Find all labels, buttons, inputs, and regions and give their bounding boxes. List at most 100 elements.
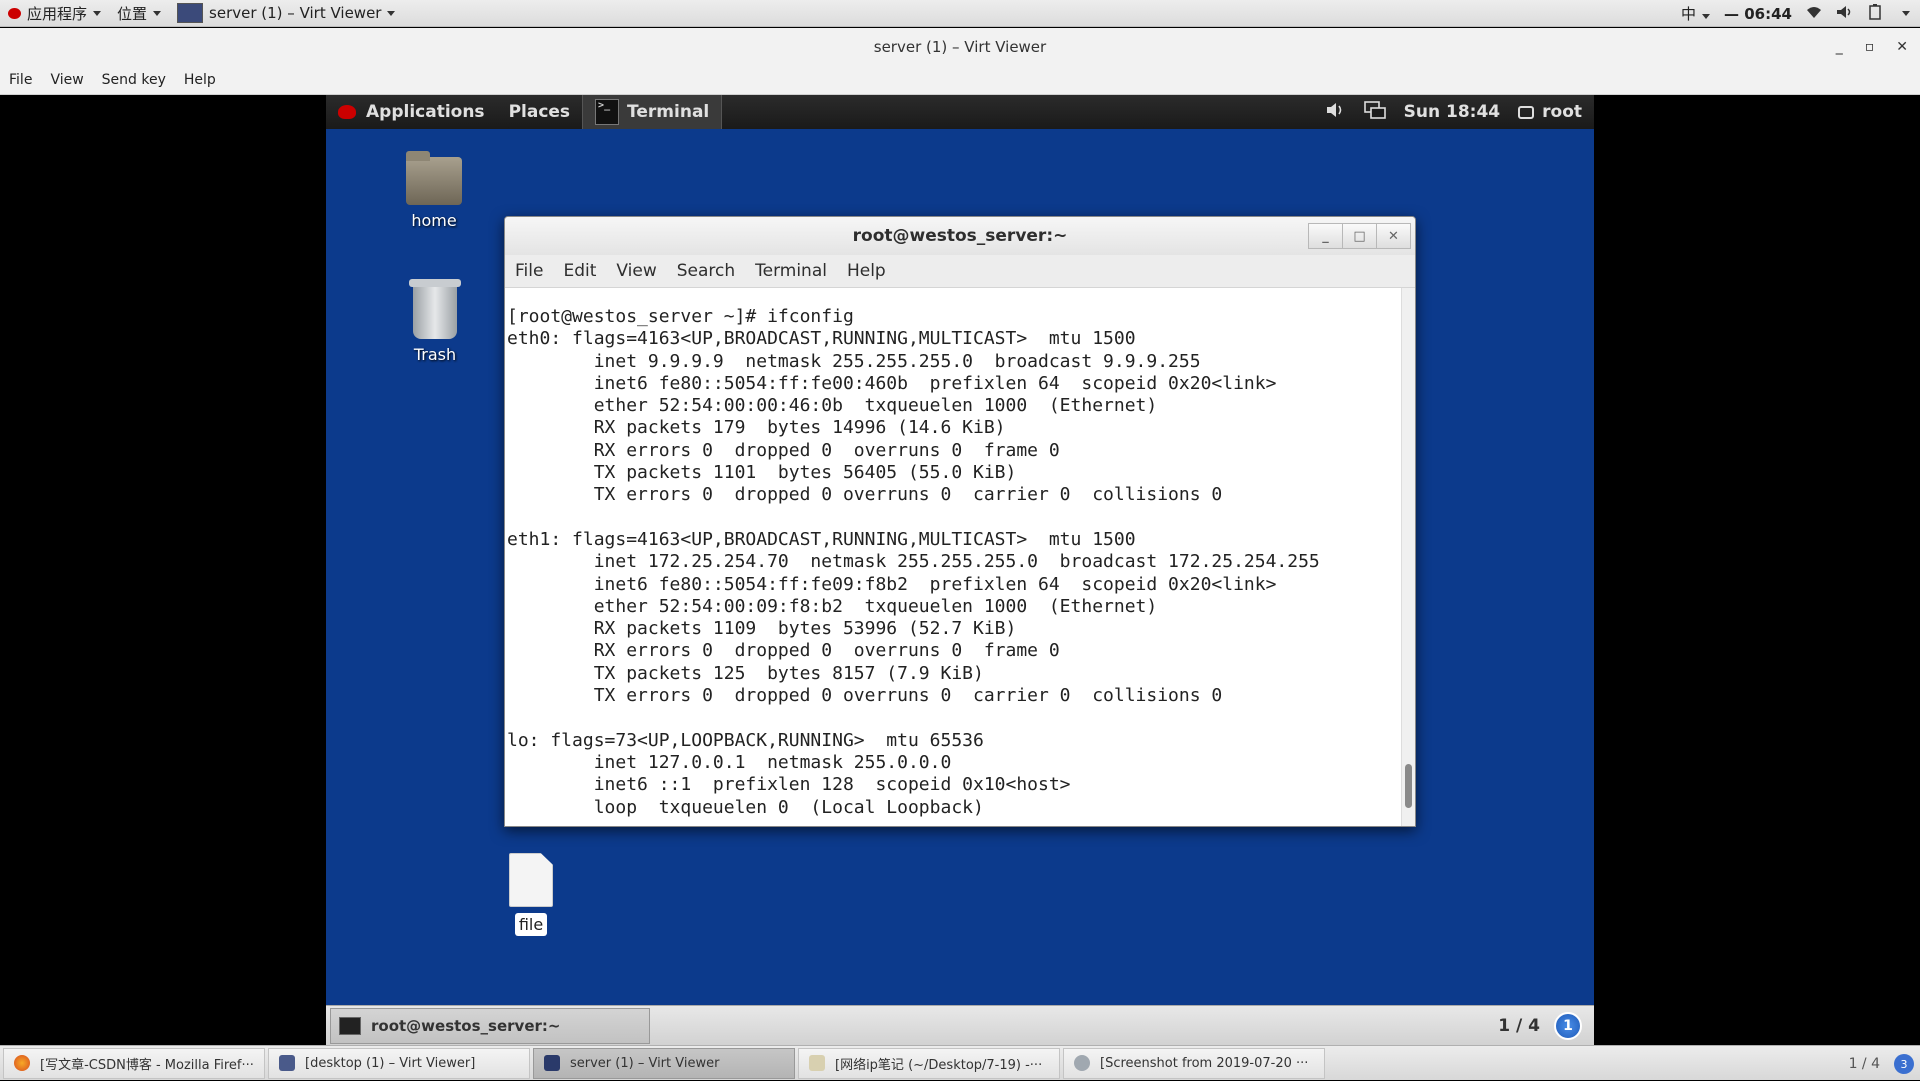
- minimize-button[interactable]: _: [1836, 39, 1843, 55]
- redhat-logo-icon: [8, 7, 21, 19]
- terminal-line: [root@westos_server ~]# ifconfig: [507, 306, 854, 327]
- chevron-down-icon: [387, 10, 396, 16]
- terminal-scrollbar[interactable]: [1401, 288, 1415, 826]
- viewer-menu-help[interactable]: Help: [175, 72, 225, 88]
- terminal-line: RX packets 179 bytes 14996 (14.6 KiB): [507, 417, 1006, 439]
- notification-badge[interactable]: 1: [1554, 1012, 1582, 1040]
- terminal-line: TX packets 125 bytes 8157 (7.9 KiB): [507, 662, 984, 684]
- terminal-line: eth1: flags=4163<UP,BROADCAST,RUNNING,MU…: [507, 528, 1136, 550]
- terminal-menu-terminal[interactable]: Terminal: [745, 261, 837, 281]
- host-window-menu[interactable]: server (1) – Virt Viewer: [169, 0, 403, 27]
- terminal-menu-file[interactable]: File: [505, 261, 553, 281]
- firefox-icon: [14, 1055, 30, 1071]
- monitor-icon: [544, 1055, 560, 1071]
- terminal-line: RX packets 1109 bytes 53996 (52.7 KiB): [507, 618, 1017, 640]
- monitor-icon: [177, 3, 204, 23]
- host-applications-menu[interactable]: 应用程序: [0, 0, 109, 27]
- wifi-icon[interactable]: [1806, 5, 1822, 23]
- desktop-icon-file[interactable]: file: [486, 853, 576, 936]
- terminal-line: RX errors 0 dropped 0 overruns 0 frame 0: [507, 439, 1060, 461]
- host-task-screenshot[interactable]: [Screenshot from 2019-07-20 ···: [1063, 1047, 1325, 1079]
- host-places-menu[interactable]: 位置: [109, 0, 169, 27]
- guest-bottom-panel: root@westos_server:~ 1 / 4 1: [326, 1005, 1594, 1045]
- terminal-line: lo: flags=73<UP,LOOPBACK,RUNNING> mtu 65…: [507, 729, 984, 751]
- terminal-line: inet 9.9.9.9 netmask 255.255.255.0 broad…: [507, 350, 1201, 372]
- document-icon: [509, 853, 553, 907]
- guest-taskbar-terminal[interactable]: root@westos_server:~: [330, 1007, 650, 1044]
- host-notification-badge[interactable]: 3: [1894, 1054, 1914, 1074]
- guest-places-menu[interactable]: Places: [497, 95, 582, 129]
- terminal-line: RX errors 0 dropped 0 overruns 0 frame 0: [507, 640, 1060, 662]
- scrollbar-thumb[interactable]: [1405, 764, 1412, 808]
- system-menu-chevron-icon[interactable]: [1902, 11, 1910, 16]
- terminal-maximize-button[interactable]: □: [1342, 223, 1377, 249]
- guest-applications-menu[interactable]: Applications: [326, 95, 497, 129]
- terminal-minimize-button[interactable]: _: [1308, 223, 1343, 249]
- host-task-gedit[interactable]: [网络ip笔记 (~/Desktop/7-19) -···: [798, 1047, 1060, 1079]
- input-method-indicator[interactable]: 中: [1681, 3, 1711, 24]
- host-task-desktop-viewer[interactable]: [desktop (1) – Virt Viewer]: [268, 1047, 530, 1079]
- guest-clock[interactable]: Sun 18:44: [1404, 102, 1500, 122]
- host-task-firefox[interactable]: [写文章-CSDN博客 - Mozilla Firef···: [3, 1047, 265, 1079]
- network-icon[interactable]: [1363, 100, 1386, 124]
- host-task-server-viewer[interactable]: server (1) – Virt Viewer: [533, 1047, 795, 1079]
- host-taskbar: [写文章-CSDN博客 - Mozilla Firef··· [desktop …: [0, 1045, 1920, 1080]
- host-clock[interactable]: — 06:44: [1724, 5, 1792, 23]
- terminal-title: root@westos_server:~: [852, 226, 1068, 246]
- terminal-line: ether 52:54:00:09:f8:b2 txqueuelen 1000 …: [507, 595, 1158, 617]
- viewer-titlebar: server (1) – Virt Viewer _ ▫ ✕: [0, 28, 1920, 66]
- terminal-line: TX errors 0 dropped 0 overruns 0 carrier…: [507, 685, 1223, 707]
- terminal-icon: >_: [595, 99, 620, 125]
- chevron-down-icon: [153, 10, 162, 16]
- host-top-panel: 应用程序 位置 server (1) – Virt Viewer 中 — 06:…: [0, 0, 1920, 27]
- viewer-menu-view[interactable]: View: [41, 72, 92, 88]
- terminal-menu-search[interactable]: Search: [667, 261, 745, 281]
- terminal-line: inet6 ::1 prefixlen 128 scopeid 0x10<hos…: [507, 774, 1071, 796]
- chevron-down-icon: [93, 10, 102, 16]
- close-button[interactable]: ✕: [1896, 39, 1908, 55]
- image-viewer-icon: [1074, 1055, 1090, 1071]
- terminal-line: inet6 fe80::5054:ff:fe00:460b prefixlen …: [507, 372, 1277, 394]
- volume-icon[interactable]: [1326, 102, 1346, 123]
- terminal-menubar: File Edit View Search Terminal Help: [505, 255, 1415, 288]
- viewer-menubar: File View Send key Help: [0, 66, 1920, 95]
- volume-icon[interactable]: [1836, 5, 1854, 23]
- battery-icon[interactable]: [1868, 3, 1882, 24]
- host-workspace-pager[interactable]: 1 / 4: [1849, 1046, 1880, 1081]
- terminal-menu-help[interactable]: Help: [837, 261, 896, 281]
- redhat-logo-icon: [338, 105, 356, 119]
- terminal-window[interactable]: root@westos_server:~ _ □ ✕ File Edit Vie…: [504, 216, 1416, 827]
- viewer-window-title: server (1) – Virt Viewer: [873, 38, 1047, 56]
- terminal-line: inet6 fe80::5054:ff:fe09:f8b2 prefixlen …: [507, 573, 1277, 595]
- terminal-close-button[interactable]: ✕: [1376, 223, 1411, 249]
- terminal-titlebar[interactable]: root@westos_server:~ _ □ ✕: [505, 217, 1415, 255]
- viewer-menu-send-key[interactable]: Send key: [93, 72, 175, 88]
- terminal-icon: [339, 1016, 361, 1035]
- workspace-pager[interactable]: 1 / 4: [1498, 1016, 1540, 1036]
- guest-user-menu[interactable]: root: [1518, 102, 1582, 122]
- user-icon: [1518, 105, 1535, 119]
- desktop-icon-trash[interactable]: Trash: [390, 279, 480, 364]
- terminal-line: eth0: flags=4163<UP,BROADCAST,RUNNING,MU…: [507, 328, 1136, 350]
- terminal-line: inet 172.25.254.70 netmask 255.255.255.0…: [507, 551, 1320, 573]
- terminal-line: ether 52:54:00:00:46:0b txqueuelen 1000 …: [507, 395, 1158, 417]
- guest-display[interactable]: Applications Places >_ Terminal Sun 18:4…: [326, 95, 1594, 1045]
- home-folder-icon: [406, 151, 462, 205]
- text-editor-icon: [809, 1055, 825, 1071]
- guest-terminal-tab[interactable]: >_ Terminal: [582, 95, 723, 129]
- maximize-button[interactable]: ▫: [1865, 39, 1875, 55]
- monitor-icon: [279, 1055, 295, 1071]
- terminal-menu-edit[interactable]: Edit: [553, 261, 606, 281]
- guest-top-panel: Applications Places >_ Terminal Sun 18:4…: [326, 95, 1594, 129]
- terminal-menu-view[interactable]: View: [606, 261, 666, 281]
- terminal-output[interactable]: [root@westos_server ~]# ifconfig eth0: fl…: [505, 288, 1401, 826]
- viewer-menu-file[interactable]: File: [0, 72, 41, 88]
- terminal-line: inet 127.0.0.1 netmask 255.0.0.0: [507, 751, 952, 773]
- desktop-icon-home[interactable]: home: [389, 151, 479, 230]
- terminal-line: loop txqueuelen 0 (Local Loopback): [507, 796, 984, 818]
- trash-icon: [409, 279, 461, 339]
- terminal-line: TX errors 0 dropped 0 overruns 0 carrier…: [507, 484, 1223, 506]
- terminal-line: TX packets 1101 bytes 56405 (55.0 KiB): [507, 462, 1017, 484]
